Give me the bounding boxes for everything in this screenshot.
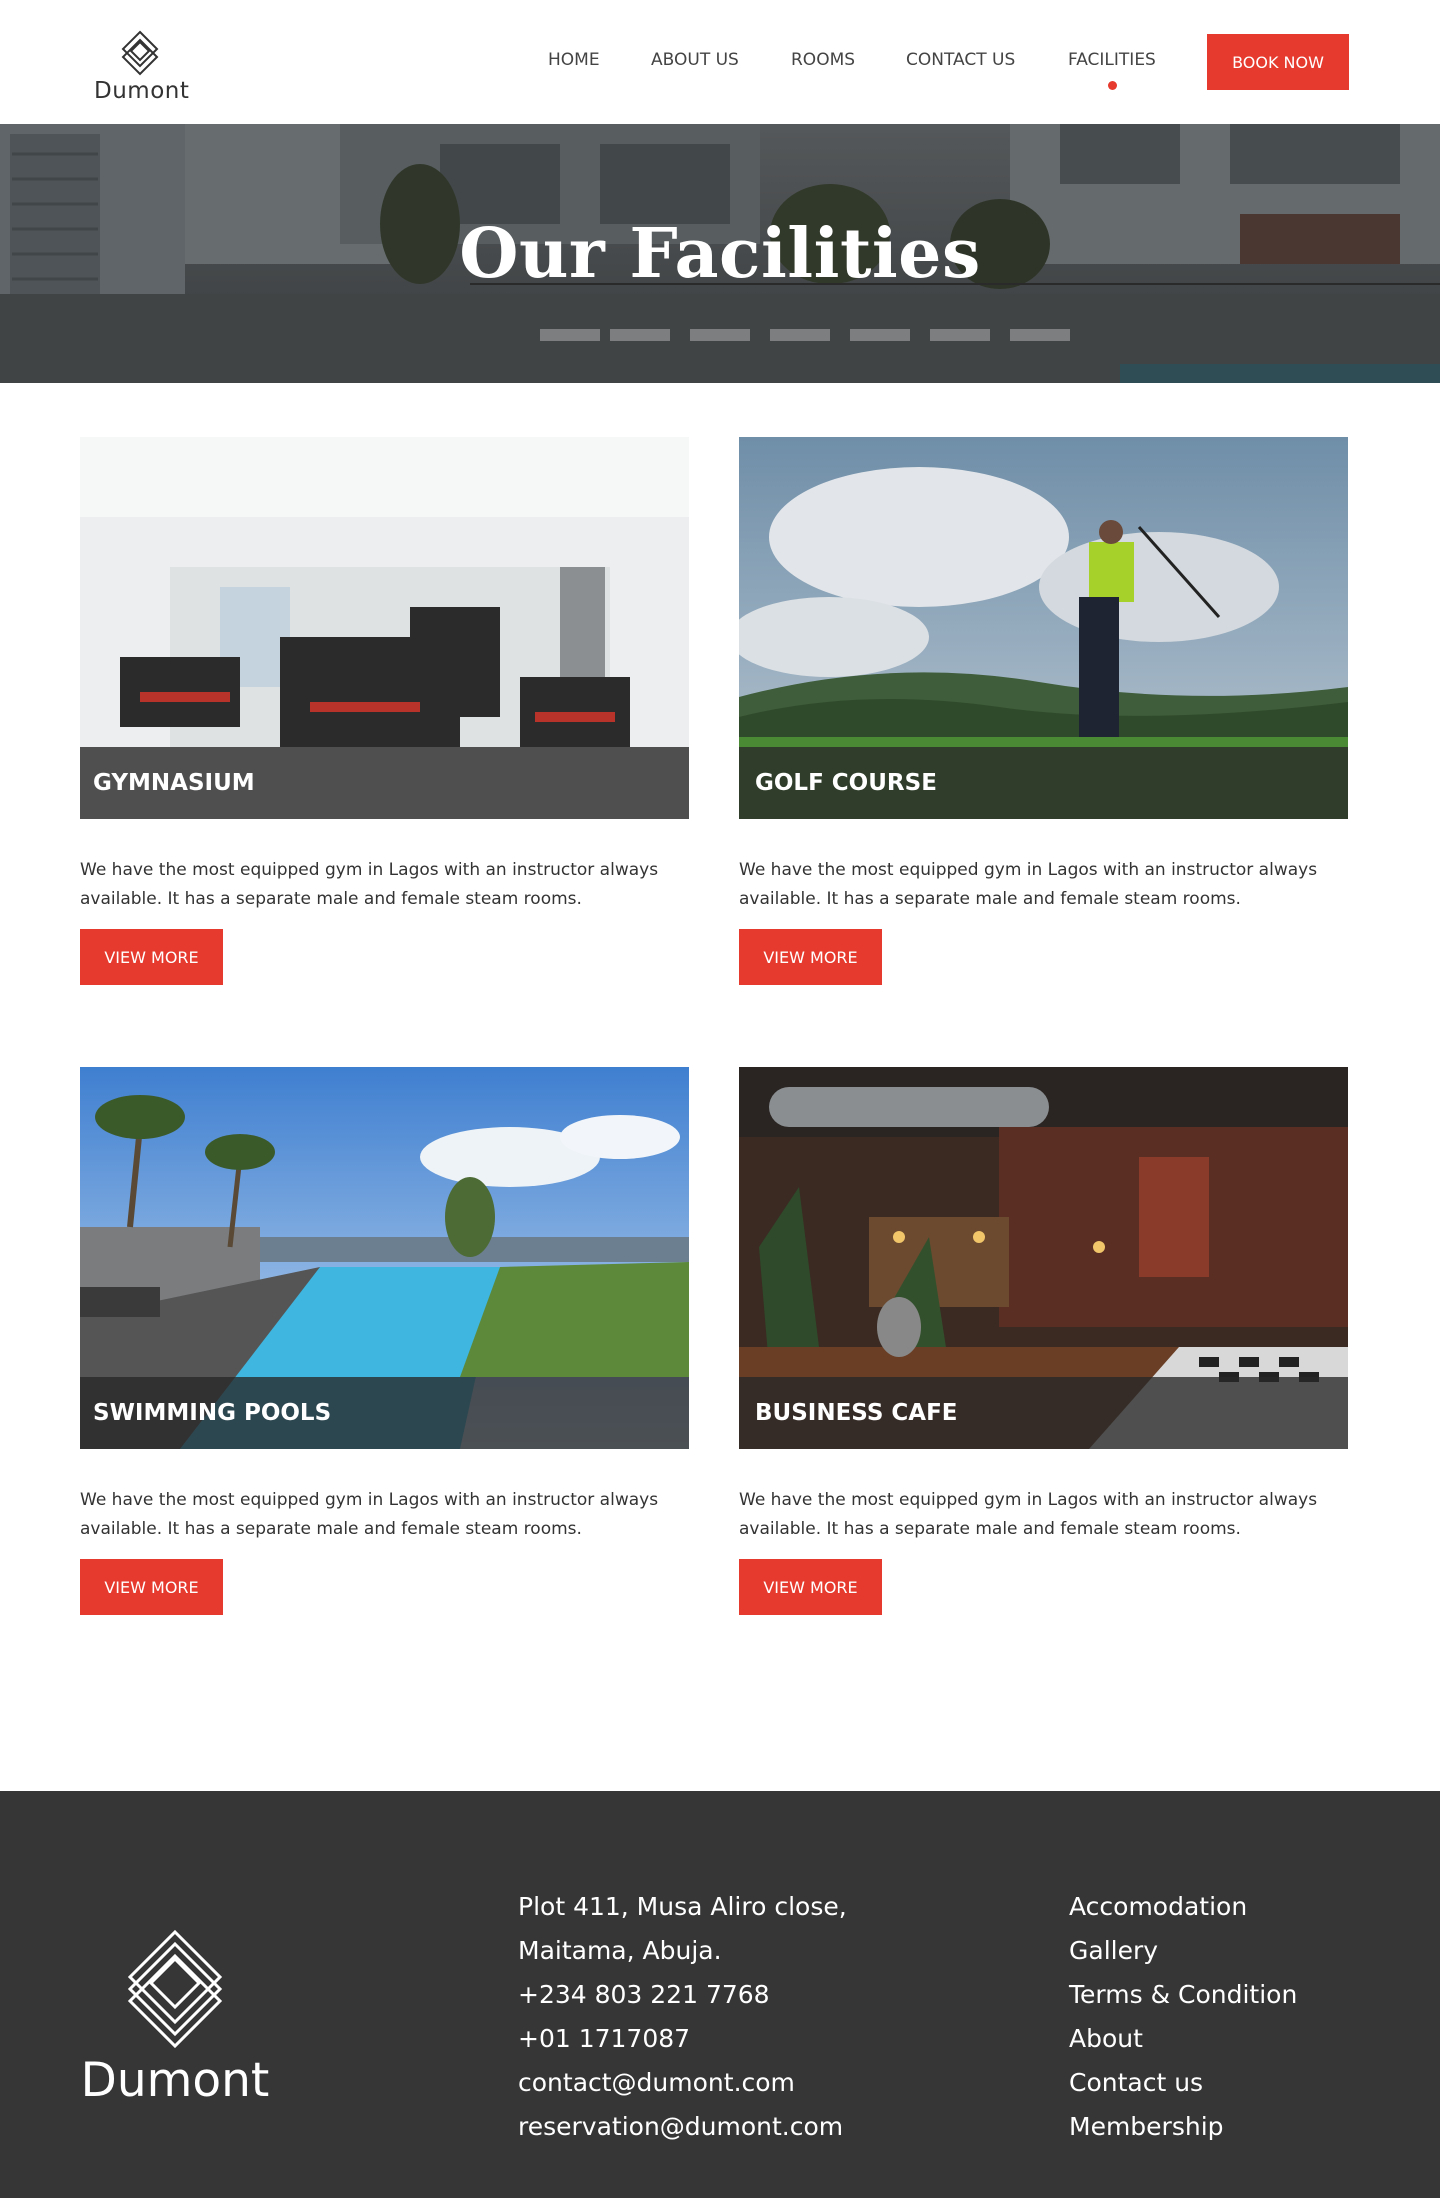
facility-description: We have the most equipped gym in Lagos w… bbox=[739, 1490, 1318, 1539]
facility-description: We have the most equipped gym in Lagos w… bbox=[739, 860, 1318, 909]
facility-card-swimming-pools: SWIMMING POOLS We have the most equipped… bbox=[80, 1067, 689, 1615]
brand-name: Dumont bbox=[94, 78, 190, 104]
facility-card-golf-course: GOLF COURSE We have the most equipped gy… bbox=[739, 437, 1348, 985]
footer-link-terms[interactable]: Terms & Condition bbox=[1069, 1973, 1297, 2017]
facility-title: GOLF COURSE bbox=[755, 770, 937, 796]
footer-link-accomodation[interactable]: Accomodation bbox=[1069, 1885, 1297, 1929]
facility-title: BUSINESS CAFE bbox=[755, 1400, 958, 1426]
footer-contact: Plot 411, Musa Aliro close, Maitama, Abu… bbox=[518, 1885, 847, 2149]
email-contact[interactable]: contact@dumont.com bbox=[518, 2061, 847, 2105]
site-footer: Dumont Plot 411, Musa Aliro close, Maita… bbox=[0, 1791, 1440, 2198]
facility-image-gymnasium: GYMNASIUM bbox=[80, 437, 689, 819]
address-line-1: Plot 411, Musa Aliro close, bbox=[518, 1892, 847, 1921]
footer-link-contact-us[interactable]: Contact us bbox=[1069, 2061, 1297, 2105]
facility-card-gymnasium: GYMNASIUM We have the most equipped gym … bbox=[80, 437, 689, 985]
facility-image-swimming-pools: SWIMMING POOLS bbox=[80, 1067, 689, 1449]
email-reservation[interactable]: reservation@dumont.com bbox=[518, 2105, 847, 2149]
facility-image-business-cafe: BUSINESS CAFE bbox=[739, 1067, 1348, 1449]
footer-links: Accomodation Gallery Terms & Condition A… bbox=[1069, 1885, 1297, 2149]
facility-title-bar: GOLF COURSE bbox=[739, 747, 1348, 819]
hero-banner: Our Facilities bbox=[0, 124, 1440, 383]
facility-title-bar: GYMNASIUM bbox=[80, 747, 689, 819]
view-more-button[interactable]: VIEW MORE bbox=[739, 1559, 882, 1615]
footer-brand-name: Dumont bbox=[80, 2053, 270, 2108]
facility-description: We have the most equipped gym in Lagos w… bbox=[80, 1490, 659, 1539]
nav-item-about-us[interactable]: ABOUT US bbox=[651, 50, 739, 70]
facility-title: SWIMMING POOLS bbox=[93, 1400, 332, 1426]
nav-item-facilities[interactable]: FACILITIES bbox=[1068, 50, 1156, 90]
stacked-diamond-icon bbox=[127, 1929, 223, 2049]
facility-title-bar: BUSINESS CAFE bbox=[739, 1377, 1348, 1449]
footer-link-gallery[interactable]: Gallery bbox=[1069, 1929, 1297, 1973]
footer-link-membership[interactable]: Membership bbox=[1069, 2105, 1297, 2149]
nav-item-contact-us[interactable]: CONTACT US bbox=[906, 50, 1015, 70]
book-now-button[interactable]: BOOK NOW bbox=[1207, 34, 1349, 90]
view-more-button[interactable]: VIEW MORE bbox=[80, 929, 223, 985]
site-header: Dumont HOME ABOUT US ROOMS CONTACT US FA… bbox=[0, 0, 1440, 124]
facility-title-bar: SWIMMING POOLS bbox=[80, 1377, 689, 1449]
nav-item-rooms[interactable]: ROOMS bbox=[791, 50, 855, 70]
view-more-button[interactable]: VIEW MORE bbox=[80, 1559, 223, 1615]
page-title: Our Facilities bbox=[459, 214, 981, 294]
footer-brand-logo[interactable]: Dumont bbox=[80, 1929, 270, 2108]
facility-image-golf-course: GOLF COURSE bbox=[739, 437, 1348, 819]
phone-secondary[interactable]: +01 1717087 bbox=[518, 2017, 847, 2061]
facility-card-business-cafe: BUSINESS CAFE We have the most equipped … bbox=[739, 1067, 1348, 1615]
active-indicator-dot bbox=[1107, 81, 1117, 90]
facility-title: GYMNASIUM bbox=[93, 770, 255, 796]
footer-link-about[interactable]: About bbox=[1069, 2017, 1297, 2061]
address-line-2: Maitama, Abuja. bbox=[518, 1936, 722, 1965]
phone-primary[interactable]: +234 803 221 7768 bbox=[518, 1973, 847, 2017]
facility-description: We have the most equipped gym in Lagos w… bbox=[80, 860, 659, 909]
nav-item-facilities-label: FACILITIES bbox=[1068, 50, 1156, 70]
nav-item-home[interactable]: HOME bbox=[548, 50, 600, 70]
view-more-button[interactable]: VIEW MORE bbox=[739, 929, 882, 985]
